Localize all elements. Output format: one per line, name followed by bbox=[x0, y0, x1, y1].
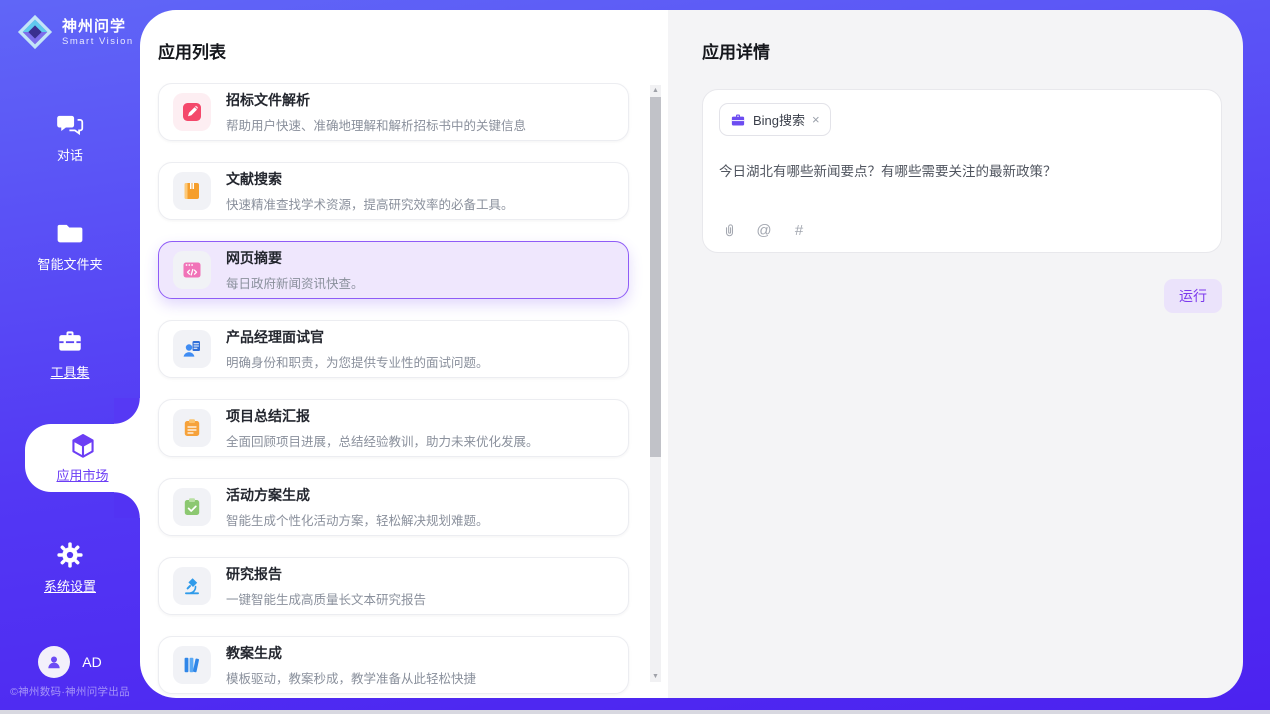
app-desc: 智能生成个性化活动方案，轻松解决规划难题。 bbox=[226, 510, 489, 529]
app-name: 网页摘要 bbox=[226, 248, 364, 268]
sidebar: 神州问学 Smart Vision 对话 智能文件夹 工具集 应用市场 bbox=[0, 0, 140, 710]
sidebar-item-toolset[interactable]: 工具集 bbox=[0, 327, 140, 381]
app-desc: 一键智能生成高质量长文本研究报告 bbox=[226, 589, 426, 608]
briefcase-icon bbox=[730, 112, 746, 128]
person-icon bbox=[44, 652, 64, 672]
at-icon[interactable]: @ bbox=[754, 220, 774, 240]
clipboard-icon bbox=[173, 409, 211, 447]
app-card-tender-parse[interactable]: 招标文件解析 帮助用户快速、准确地理解和解析招标书中的关键信息 bbox=[158, 83, 629, 141]
hash-icon[interactable]: # bbox=[789, 220, 809, 240]
sidebar-item-label: 对话 bbox=[57, 145, 83, 164]
app-list-scrollbar[interactable]: ▲ ▼ bbox=[650, 85, 661, 682]
app-card-event-plan[interactable]: 活动方案生成 智能生成个性化活动方案，轻松解决规划难题。 bbox=[158, 478, 629, 536]
app-desc: 帮助用户快速、准确地理解和解析招标书中的关键信息 bbox=[226, 115, 526, 134]
app-list-title: 应用列表 bbox=[158, 38, 226, 63]
interviewer-icon bbox=[173, 330, 211, 368]
app-card-pm-interviewer[interactable]: 产品经理面试官 明确身份和职责，为您提供专业性的面试问题。 bbox=[158, 320, 629, 378]
app-name: 产品经理面试官 bbox=[226, 327, 489, 347]
app-desc: 模板驱动，教案秒成，教学准备从此轻松快捷 bbox=[226, 668, 476, 687]
chat-icon bbox=[56, 110, 84, 138]
app-detail-panel: 应用详情 Bing搜索 × 今日湖北有哪些新闻要点？有哪些需要关注的最新政策？ … bbox=[668, 10, 1243, 698]
app-name: 项目总结汇报 bbox=[226, 406, 539, 426]
app-name: 招标文件解析 bbox=[226, 90, 526, 110]
app-card-web-summary[interactable]: 网页摘要 每日政府新闻资讯快查。 bbox=[158, 241, 629, 299]
sidebar-item-label: 智能文件夹 bbox=[37, 254, 102, 273]
app-list-panel: 应用列表 招标文件解析 帮助用户快速、准确地理解和解析招标书中的关键信息 bbox=[140, 10, 668, 698]
sidebar-item-label: 系统设置 bbox=[44, 576, 96, 595]
brand-name: 神州问学 bbox=[62, 18, 134, 36]
app-name: 研究报告 bbox=[226, 564, 426, 584]
app-name: 教案生成 bbox=[226, 643, 476, 663]
user-account[interactable]: AD bbox=[0, 646, 140, 678]
tool-tag-label: Bing搜索 bbox=[753, 110, 805, 129]
app-detail-title: 应用详情 bbox=[702, 38, 1222, 63]
app-name: 活动方案生成 bbox=[226, 485, 489, 505]
app-card-project-summary[interactable]: 项目总结汇报 全面回顾项目进展，总结经验教训，助力未来优化发展。 bbox=[158, 399, 629, 457]
app-card-lesson-plan[interactable]: 教案生成 模板驱动，教案秒成，教学准备从此轻松快捷 bbox=[158, 636, 629, 694]
sidebar-item-settings[interactable]: 系统设置 bbox=[0, 541, 140, 595]
brand-tagline: Smart Vision bbox=[62, 36, 134, 47]
tool-tag-bing-search[interactable]: Bing搜索 × bbox=[719, 103, 831, 136]
brand-logo: 神州问学 Smart Vision bbox=[16, 13, 134, 51]
app-desc: 每日政府新闻资讯快查。 bbox=[226, 273, 364, 292]
browser-code-icon bbox=[173, 251, 211, 289]
bottom-edge-divider bbox=[0, 710, 1270, 714]
clipboard-check-icon bbox=[173, 488, 211, 526]
scrollbar-thumb[interactable] bbox=[650, 97, 661, 457]
avatar bbox=[38, 646, 70, 678]
sidebar-item-label: 工具集 bbox=[50, 362, 89, 381]
cube-icon bbox=[69, 432, 97, 460]
sidebar-item-app-market[interactable]: 应用市场 bbox=[25, 424, 140, 492]
gear-icon bbox=[56, 541, 84, 569]
sidebar-item-smart-folder[interactable]: 智能文件夹 bbox=[0, 219, 140, 273]
sidebar-item-label: 应用市场 bbox=[56, 465, 108, 484]
user-initials: AD bbox=[82, 654, 101, 670]
query-text[interactable]: 今日湖北有哪些新闻要点？有哪些需要关注的最新政策？ bbox=[719, 162, 1205, 182]
copyright-text: ©神州数码·神州问学出品 bbox=[0, 684, 140, 699]
prompt-card[interactable]: Bing搜索 × 今日湖北有哪些新闻要点？有哪些需要关注的最新政策？ @ # bbox=[702, 89, 1222, 253]
microscope-icon bbox=[173, 567, 211, 605]
close-icon[interactable]: × bbox=[812, 113, 820, 126]
book-icon bbox=[173, 172, 211, 210]
folder-icon bbox=[56, 219, 84, 247]
diamond-logo-icon bbox=[16, 13, 54, 51]
app-desc: 明确身份和职责，为您提供专业性的面试问题。 bbox=[226, 352, 489, 371]
app-name: 文献搜索 bbox=[226, 169, 514, 189]
sidebar-item-chat[interactable]: 对话 bbox=[0, 110, 140, 164]
app-desc: 快速精准查找学术资源，提高研究效率的必备工具。 bbox=[226, 194, 514, 213]
attachment-toolbar: @ # bbox=[719, 220, 809, 240]
app-card-literature-search[interactable]: 文献搜索 快速精准查找学术资源，提高研究效率的必备工具。 bbox=[158, 162, 629, 220]
pen-document-icon bbox=[173, 93, 211, 131]
books-icon bbox=[173, 646, 211, 684]
app-card-list: 招标文件解析 帮助用户快速、准确地理解和解析招标书中的关键信息 文献搜索 快速精… bbox=[140, 83, 668, 698]
app-card-research-report[interactable]: 研究报告 一键智能生成高质量长文本研究报告 bbox=[158, 557, 629, 615]
run-button[interactable]: 运行 bbox=[1164, 279, 1222, 313]
app-desc: 全面回顾项目进展，总结经验教训，助力未来优化发展。 bbox=[226, 431, 539, 450]
toolbox-icon bbox=[56, 327, 84, 355]
main-content: 应用列表 招标文件解析 帮助用户快速、准确地理解和解析招标书中的关键信息 bbox=[140, 10, 1243, 698]
paperclip-icon[interactable] bbox=[719, 220, 739, 240]
scroll-up-icon[interactable]: ▲ bbox=[650, 85, 661, 96]
scroll-down-icon[interactable]: ▼ bbox=[650, 671, 661, 682]
